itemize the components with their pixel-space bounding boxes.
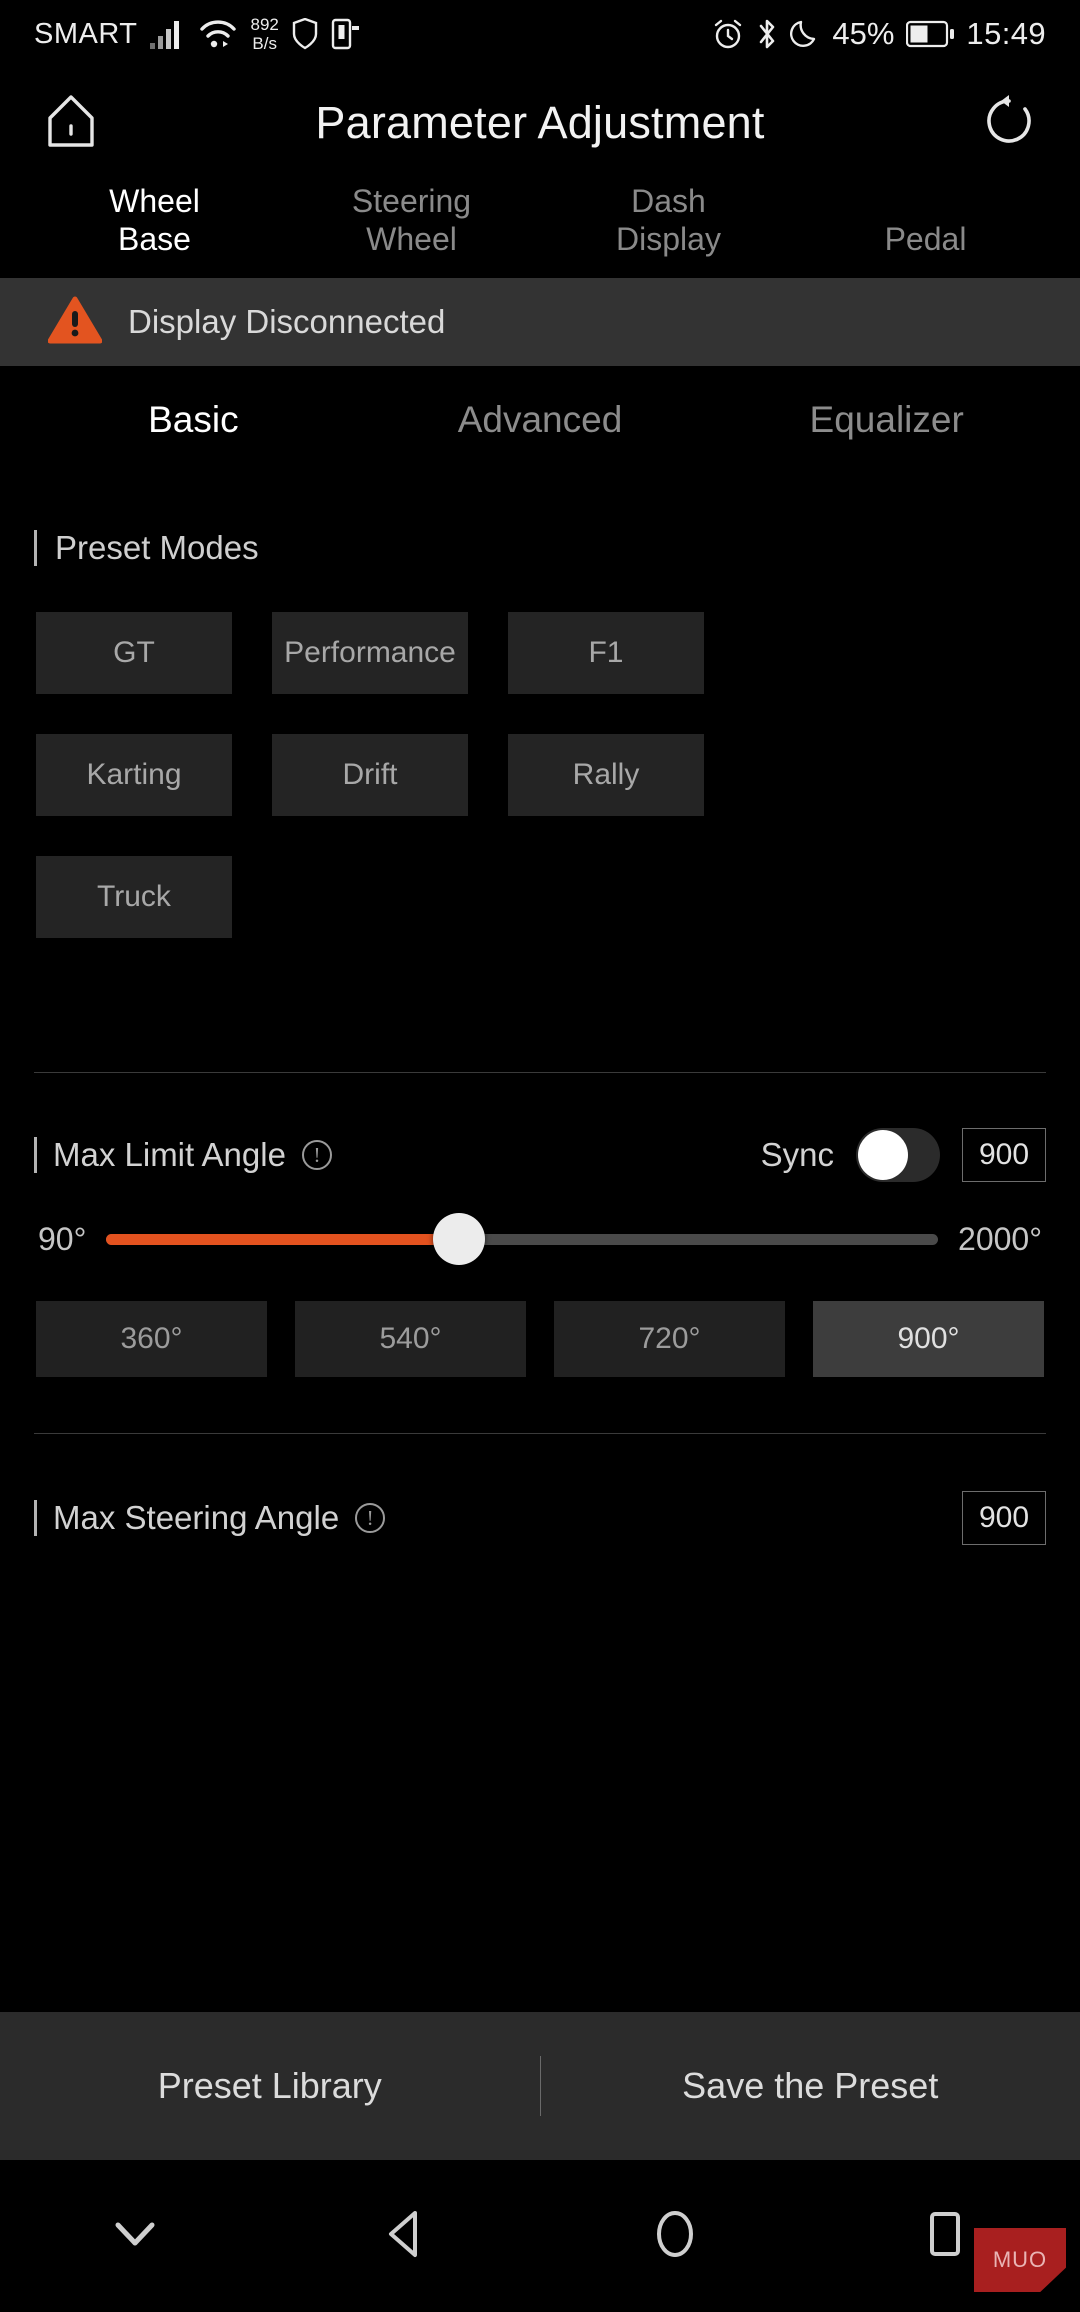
- section-accent-bar: [34, 1137, 37, 1173]
- home-button[interactable]: [40, 92, 102, 154]
- subtab-basic[interactable]: Basic: [20, 399, 367, 441]
- quick-angle-buttons: 360° 540° 720° 900°: [0, 1283, 1080, 1377]
- tab-steering-wheel[interactable]: Steering Wheel: [283, 178, 540, 258]
- max-steering-angle-value[interactable]: 900: [962, 1491, 1046, 1545]
- preset-button-performance[interactable]: Performance: [272, 612, 468, 694]
- max-steering-angle-row: Max Steering Angle ! 900: [0, 1478, 1080, 1558]
- divider-above-max-limit: [34, 1072, 1046, 1073]
- max-limit-angle-controls: Sync 900: [761, 1128, 1046, 1182]
- preset-modes-heading: Preset Modes: [0, 520, 1080, 576]
- warning-triangle-icon: [47, 296, 103, 349]
- tab-dash-display[interactable]: Dash Display: [540, 178, 797, 258]
- preset-modes-grid: GT Performance F1 Karting Drift Rally Tr…: [0, 576, 1080, 938]
- sub-tab-bar: Basic Advanced Equalizer: [0, 366, 1080, 474]
- watermark-logo: MUO: [974, 2228, 1066, 2292]
- nav-hide-button[interactable]: [0, 2217, 270, 2256]
- home-icon: [44, 93, 98, 154]
- slider-min-label: 90°: [38, 1220, 87, 1257]
- android-nav-bar: MUO: [0, 2160, 1080, 2312]
- preset-button-drift[interactable]: Drift: [272, 734, 468, 816]
- section-accent-bar: [34, 1500, 37, 1536]
- reset-icon: [981, 93, 1037, 154]
- data-rate-value: 892: [250, 15, 279, 34]
- info-icon[interactable]: !: [355, 1503, 386, 1533]
- divider-above-max-steering: [34, 1433, 1046, 1434]
- max-steering-angle-controls: 900: [962, 1491, 1046, 1545]
- tab-wheel-base[interactable]: Wheel Base: [26, 178, 283, 258]
- subtab-equalizer[interactable]: Equalizer: [713, 399, 1060, 441]
- section-accent-bar: [34, 530, 37, 566]
- sync-label: Sync: [760, 1136, 834, 1173]
- sim-card-icon: [331, 18, 361, 50]
- recents-square-icon: [925, 2209, 965, 2264]
- preset-modes-title: Preset Modes: [55, 529, 259, 566]
- chevron-down-icon: [112, 2217, 158, 2256]
- main-tab-bar: Wheel Base Steering Wheel Dash Display P…: [0, 178, 1080, 278]
- battery-icon: [906, 20, 955, 48]
- max-limit-angle-slider-row: 90° 2000°: [0, 1195, 1080, 1283]
- status-bar-left: SMART 892 B/s: [34, 15, 361, 53]
- back-triangle-icon: [383, 2209, 427, 2264]
- bluetooth-icon: [756, 17, 778, 51]
- preset-button-f1[interactable]: F1: [508, 612, 704, 694]
- preset-button-rally[interactable]: Rally: [508, 734, 704, 816]
- do-not-disturb-moon-icon: [790, 18, 820, 50]
- quick-angle-540[interactable]: 540°: [295, 1301, 526, 1377]
- max-limit-angle-value[interactable]: 900: [962, 1128, 1046, 1182]
- max-steering-angle-title: Max Steering Angle: [53, 1499, 340, 1536]
- page-title: Parameter Adjustment: [315, 97, 765, 148]
- status-bar: SMART 892 B/s 45% 15:49: [0, 0, 1080, 68]
- data-rate-unit: B/s: [252, 34, 277, 53]
- slider-track-fill: [106, 1233, 460, 1245]
- preset-button-gt[interactable]: GT: [36, 612, 232, 694]
- carrier-label: SMART: [34, 17, 138, 50]
- quick-angle-720[interactable]: 720°: [554, 1301, 785, 1377]
- status-bar-right: 45% 15:49: [712, 16, 1046, 52]
- subtab-advanced[interactable]: Advanced: [367, 399, 714, 441]
- shield-icon: [292, 18, 318, 50]
- preset-library-button[interactable]: Preset Library: [0, 2065, 540, 2107]
- signal-bars-icon: [150, 19, 186, 49]
- clock-label: 15:49: [966, 16, 1046, 51]
- app-header: Parameter Adjustment: [0, 68, 1080, 178]
- preset-button-truck[interactable]: Truck: [36, 856, 232, 938]
- data-rate-indicator: 892 B/s: [250, 15, 278, 53]
- warning-banner: Display Disconnected: [0, 278, 1080, 366]
- battery-percent-label: 45%: [832, 16, 895, 51]
- slider-thumb[interactable]: [433, 1213, 486, 1265]
- info-icon[interactable]: !: [301, 1140, 332, 1170]
- preset-button-karting[interactable]: Karting: [36, 734, 232, 816]
- tab-pedal[interactable]: Pedal: [797, 178, 1054, 258]
- max-limit-angle-row: Max Limit Angle ! Sync 900: [0, 1115, 1080, 1195]
- save-preset-button[interactable]: Save the Preset: [541, 2065, 1080, 2107]
- sync-toggle[interactable]: [856, 1128, 940, 1182]
- wifi-icon: [199, 19, 237, 49]
- warning-text: Display Disconnected: [128, 303, 446, 340]
- quick-angle-900[interactable]: 900°: [813, 1301, 1044, 1377]
- nav-back-button[interactable]: [270, 2209, 540, 2264]
- max-limit-angle-slider[interactable]: [106, 1213, 939, 1265]
- alarm-icon: [712, 18, 744, 50]
- nav-home-button[interactable]: [540, 2208, 810, 2265]
- slider-max-label: 2000°: [958, 1220, 1042, 1257]
- quick-angle-360[interactable]: 360°: [36, 1301, 267, 1377]
- home-circle-icon: [651, 2208, 699, 2265]
- bottom-action-bar: Preset Library Save the Preset: [0, 2012, 1080, 2160]
- reset-button[interactable]: [978, 92, 1040, 154]
- sync-toggle-knob: [858, 1130, 908, 1180]
- max-limit-angle-title: Max Limit Angle: [53, 1136, 286, 1173]
